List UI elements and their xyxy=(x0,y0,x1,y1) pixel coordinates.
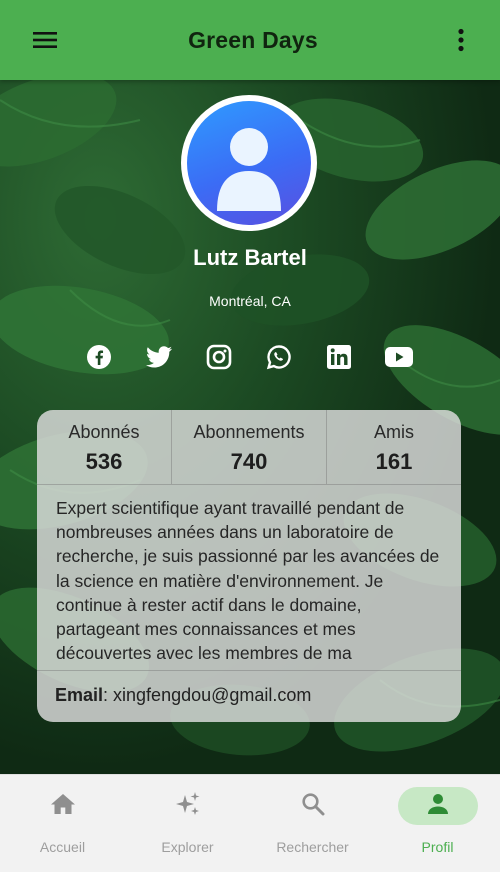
nav-pill xyxy=(148,787,228,825)
nav-pill xyxy=(397,787,478,825)
stat-value: 536 xyxy=(85,449,123,474)
twitter-icon[interactable] xyxy=(144,342,174,372)
stat-value: 161 xyxy=(375,449,413,474)
nav-label: Rechercher xyxy=(276,839,349,855)
linkedin-icon[interactable] xyxy=(324,342,354,372)
nav-home[interactable]: Accueil xyxy=(0,775,125,872)
nav-pill xyxy=(273,787,353,825)
avatar[interactable] xyxy=(181,95,317,231)
nav-profile[interactable]: Profil xyxy=(375,775,500,872)
avatar-icon xyxy=(187,101,311,225)
sparkle-icon xyxy=(174,790,202,823)
app-bar: Green Days xyxy=(0,0,500,80)
nav-label: Profil xyxy=(421,839,454,855)
facebook-icon[interactable] xyxy=(84,342,114,372)
more-vert-icon[interactable] xyxy=(446,25,476,55)
person-icon xyxy=(426,792,450,821)
stat-label: Abonnés xyxy=(68,422,140,442)
profile-location: Montréal, CA xyxy=(209,293,291,309)
nav-pill xyxy=(23,787,103,825)
stat-following[interactable]: Abonnements 740 xyxy=(170,410,326,484)
stat-label: Abonnements xyxy=(193,422,305,442)
nav-label: Accueil xyxy=(39,839,86,855)
email-row[interactable]: Email: xingfengdou@gmail.com xyxy=(37,671,461,720)
stat-value: 740 xyxy=(230,449,268,474)
app-title: Green Days xyxy=(188,26,318,53)
profile-name: Lutz Bartel xyxy=(193,245,307,270)
stat-followers[interactable]: Abonnés 536 xyxy=(37,410,171,484)
social-links xyxy=(84,342,414,372)
youtube-icon[interactable] xyxy=(384,342,414,372)
bottom-navigation: Accueil Explorer Rechercher Profil xyxy=(0,774,500,872)
nav-explore[interactable]: Explorer xyxy=(125,775,250,872)
stats-row: Abonnés 536 Abonnements 740 Amis 161 xyxy=(37,410,461,485)
search-icon xyxy=(301,792,325,821)
home-icon xyxy=(50,793,76,820)
menu-icon[interactable] xyxy=(30,25,60,55)
email-value: : xingfengdou@gmail.com xyxy=(103,685,312,705)
email-label: Email xyxy=(55,685,104,705)
whatsapp-icon[interactable] xyxy=(264,342,294,372)
instagram-icon[interactable] xyxy=(204,342,234,372)
stat-label: Amis xyxy=(374,422,415,442)
stat-friends[interactable]: Amis 161 xyxy=(326,410,461,484)
nav-label: Explorer xyxy=(161,839,214,855)
bio-text[interactable]: Expert scientifique ayant travaillé pend… xyxy=(37,485,461,671)
profile-card: Abonnés 536 Abonnements 740 Amis 161 Exp… xyxy=(37,410,461,722)
nav-search[interactable]: Rechercher xyxy=(250,775,375,872)
